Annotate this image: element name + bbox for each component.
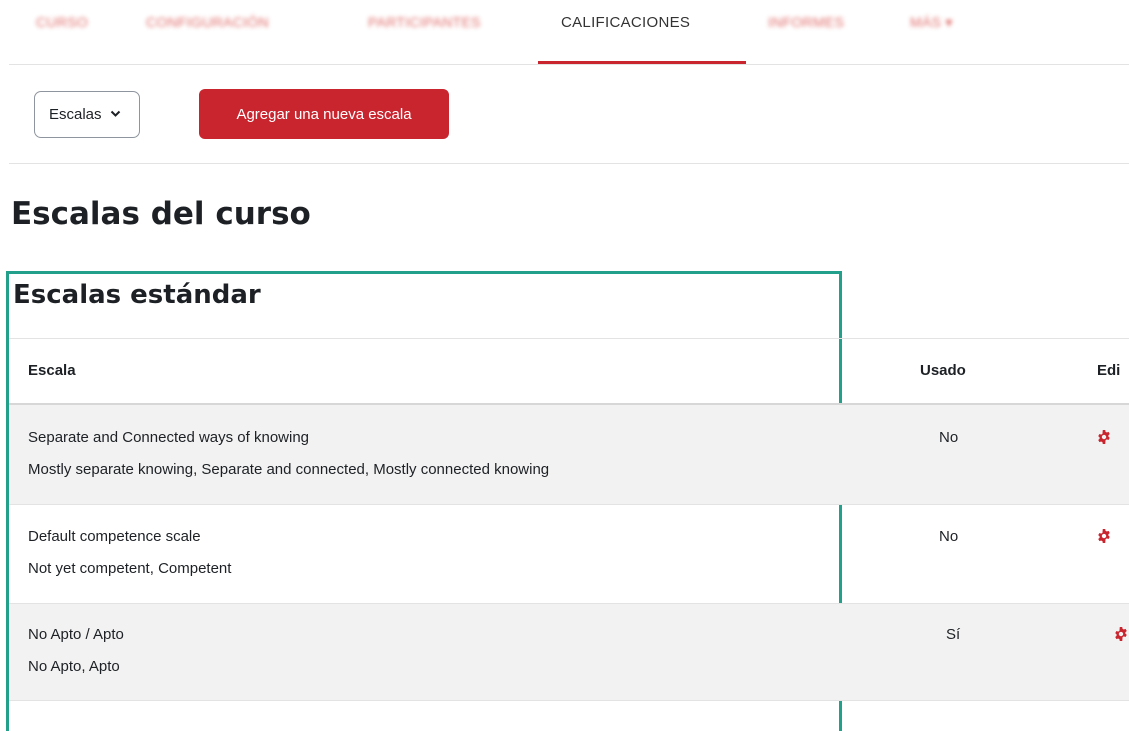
scale-name: Separate and Connected ways of knowing [28,429,310,446]
tab-grades[interactable]: CALIFICACIONES [561,14,690,31]
scale-used: Sí [946,626,961,643]
section-title: Escalas estándar [13,280,261,310]
tab-participants[interactable]: PARTICIPANTES [368,14,481,30]
tab-more[interactable]: MÁS ▾ [910,14,953,31]
scale-name: Default competence scale [28,528,201,545]
chevron-down-icon [110,109,121,121]
scale-items: Not yet competent, Competent [28,560,232,577]
scale-name: No Apto / Apto [28,626,124,643]
scale-items: Mostly separate knowing, Separate and co… [28,461,550,478]
tab-reports[interactable]: INFORMES [768,14,844,30]
table-top-border [9,338,1129,339]
scale-items: No Apto, Apto [28,658,120,675]
gear-icon[interactable] [1097,529,1111,543]
tab-settings[interactable]: CONFIGURACIÓN [146,14,269,30]
gear-icon[interactable] [1114,627,1128,641]
toolbar-divider [9,163,1129,164]
gear-icon[interactable] [1097,430,1111,444]
page-title: Escalas del curso [11,196,311,232]
row-divider [9,700,1129,701]
column-header-edit: Edi [1097,362,1121,379]
table-row: Separate and Connected ways of knowing M… [9,405,1129,504]
table-row: Default competence scale Not yet compete… [9,505,1129,603]
scale-used: No [939,528,959,545]
column-header-used: Usado [920,362,966,379]
select-value: Escalas [49,106,102,123]
scale-used: No [939,429,959,446]
tab-course[interactable]: CURSO [36,14,88,30]
course-navigation: CURSO CONFIGURACIÓN PARTICIPANTES CALIFI… [0,0,1129,64]
column-header-scale: Escala [28,362,76,379]
table-row: No Apto / Apto No Apto, Apto Sí [9,604,1129,700]
grade-view-select[interactable]: Escalas [34,91,140,138]
nav-divider [9,64,1129,65]
add-scale-button[interactable]: Agregar una nueva escala [199,89,449,139]
